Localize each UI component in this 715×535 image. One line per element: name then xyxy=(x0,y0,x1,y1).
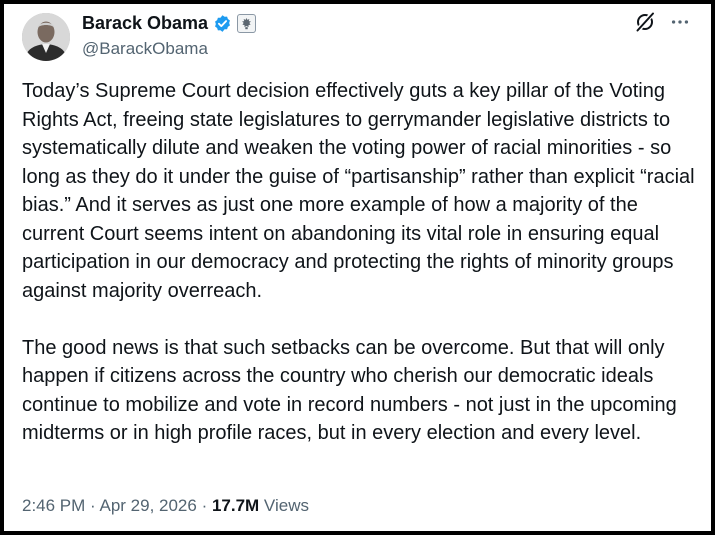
tweet-header-actions xyxy=(633,10,691,34)
name-row: Barack Obama xyxy=(82,12,257,34)
meta-separator: · xyxy=(85,496,100,515)
tweet-paragraph-1: Today’s Supreme Court decision effective… xyxy=(22,80,695,302)
tweet-date-link[interactable]: Apr 29, 2026 xyxy=(99,496,196,515)
tweet-card: Barack Obama @BarackObama Today’s Suprem… xyxy=(0,0,715,535)
views-count[interactable]: 17.7M xyxy=(212,496,259,515)
verified-badge-icon[interactable] xyxy=(213,14,232,33)
tweet-paragraph-2: The good news is that such setbacks can … xyxy=(22,336,677,445)
author-info: Barack Obama @BarackObama xyxy=(82,12,257,59)
profile-photo-avatar xyxy=(22,13,70,61)
tweet-metadata: 2:46 PM · Apr 29, 2026 · 17.7M Views xyxy=(22,496,309,516)
tweet-text: Today’s Supreme Court decision effective… xyxy=(22,77,702,448)
views-label: Views xyxy=(259,496,309,515)
avatar[interactable] xyxy=(22,13,70,61)
grok-icon[interactable] xyxy=(633,10,657,34)
meta-separator: · xyxy=(196,496,212,515)
more-options-icon[interactable] xyxy=(669,11,691,33)
author-handle[interactable]: @BarackObama xyxy=(82,39,256,59)
government-seal-icon[interactable] xyxy=(237,13,257,33)
author-display-name[interactable]: Barack Obama xyxy=(82,13,208,34)
tweet-time-link[interactable]: 2:46 PM xyxy=(22,496,85,515)
